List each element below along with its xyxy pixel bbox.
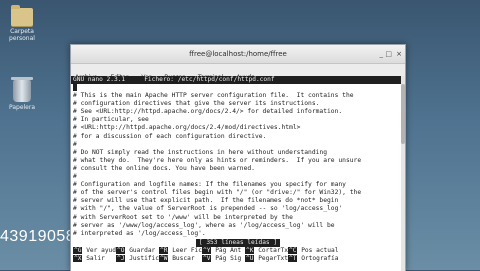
maximize-button[interactable]: □ <box>385 49 392 59</box>
shortcut-bar: ^G Ver ayuda^O Guardar ^R Leer Fich^Y Pág… <box>71 247 405 263</box>
shortcut-label: Ver ayuda <box>86 247 120 255</box>
shortcut-label: Ortografía <box>301 255 339 263</box>
shortcut-key: ^T <box>288 255 298 263</box>
shortcut-key: ^X <box>73 255 83 263</box>
shortcut-key: ^C <box>288 247 298 255</box>
folder-icon <box>11 5 33 26</box>
window-titlebar[interactable]: ffree@localhost:/home/ffree _ □ × <box>71 45 405 64</box>
nano-version: GNU nano 2.3.1 <box>73 76 126 83</box>
close-button[interactable]: × <box>396 49 402 59</box>
shortcut-label: PegarTxt <box>258 255 288 263</box>
editor-line: # what they do. They're here only as hin… <box>73 156 362 164</box>
shortcut-key: ^O <box>116 247 126 255</box>
shortcut-uncut-text[interactable]: ^U PegarTxt <box>245 255 288 263</box>
editor-line: # Configuration and logfile names: If th… <box>73 181 346 189</box>
shortcut-cut-text[interactable]: ^K CortarTxt <box>245 247 292 255</box>
nano-header: GNU nano 2.3.1 Fichero: /etc/httpd/conf/… <box>71 76 405 84</box>
editor-body[interactable]: # This is the main Apache HTTP server co… <box>71 84 405 238</box>
shortcut-label: Buscar <box>172 255 195 263</box>
shortcut-prev-page[interactable]: ^Y Pág Ant <box>202 247 242 255</box>
shortcut-key: ^R <box>159 247 169 255</box>
shortcut-label: Pos actual <box>301 247 339 255</box>
shortcut-label: Guardar <box>129 247 156 255</box>
editor-line: # consult the online docs. You have been… <box>73 164 255 172</box>
editor-line: # This is the main Apache HTTP server co… <box>73 92 354 100</box>
editor-line: # with "/", the value of ServerRoot is p… <box>73 205 343 213</box>
shortcut-help[interactable]: ^G Ver ayuda <box>73 247 120 255</box>
shortcut-label: Leer Fich <box>172 247 206 255</box>
desktop-icon-home-folder[interactable]: Carpeta personal <box>0 5 44 42</box>
editor-line: # <URL:http://httpd.apache.org/docs/2.4/… <box>73 124 301 132</box>
shortcut-label: Pág Sig <box>215 255 242 263</box>
terminal-window[interactable]: ffree@localhost:/home/ffree _ □ × Archiv… <box>70 44 406 271</box>
terminal-area[interactable]: GNU nano 2.3.1 Fichero: /etc/httpd/conf/… <box>71 76 405 271</box>
editor-line <box>73 84 405 92</box>
editor-line: # for a discussion of each configuration… <box>73 132 267 140</box>
text-cursor <box>73 84 77 91</box>
shortcut-label: Salir <box>86 255 105 263</box>
editor-line: # with ServerRoot set to '/www' will be … <box>73 213 293 221</box>
shortcut-spell[interactable]: ^T Ortografía <box>288 255 338 263</box>
shortcut-read-file[interactable]: ^R Leer Fich <box>159 247 206 255</box>
vertical-scrollbar[interactable] <box>401 76 405 271</box>
desktop-icon-label: Carpeta personal <box>9 28 35 42</box>
shortcut-key: ^J <box>116 255 126 263</box>
shortcut-label: Pág Ant <box>215 247 242 255</box>
editor-line: # In particular, see <box>73 116 149 124</box>
shortcut-save[interactable]: ^O Guardar <box>116 247 156 255</box>
editor-line: # interpreted as '/log/access_log'. <box>73 229 206 237</box>
editor-line: # server as '/www/log/access_log', where… <box>73 221 335 229</box>
status-row: [ 353 líneas leídas ] <box>71 238 405 248</box>
shortcut-key: ^G <box>73 247 83 255</box>
shortcut-where-is[interactable]: ^W Buscar <box>159 255 199 263</box>
shortcut-justify[interactable]: ^J Justificar <box>116 255 166 263</box>
scrollbar-thumb[interactable] <box>401 84 405 144</box>
shortcut-key: ^U <box>245 255 255 263</box>
shortcut-row: ^G Ver ayuda^O Guardar ^R Leer Fich^Y Pág… <box>73 247 405 255</box>
shortcut-key: ^Y <box>202 247 212 255</box>
shortcut-cur-pos[interactable]: ^C Pos actual <box>288 247 338 255</box>
shortcut-next-page[interactable]: ^V Pág Sig <box>202 255 242 263</box>
editor-line: # See <URL:http://httpd.apache.org/docs/… <box>73 108 343 116</box>
nano-file-label: Fichero: /etc/httpd/conf/httpd.conf <box>144 76 275 83</box>
desktop-icon-label: Papelera <box>8 104 36 111</box>
shortcut-key: ^K <box>245 247 255 255</box>
shortcut-label: CortarTxt <box>258 247 292 255</box>
editor-line: # Do NOT simply read the instructions in… <box>73 148 328 156</box>
trash-icon <box>11 77 33 102</box>
editor-line: # server will use that explicit path. If… <box>73 197 339 205</box>
editor-line: # <box>73 173 77 181</box>
shortcut-key: ^V <box>202 255 212 263</box>
editor-line: # configuration directives that give the… <box>73 100 320 108</box>
minimize-button[interactable]: _ <box>380 49 384 59</box>
desktop-icon-trash[interactable]: Papelera <box>0 77 44 111</box>
shortcut-row: ^X Salir ^J Justificar^W Buscar ^V Pág Sig… <box>73 255 405 263</box>
shortcut-exit[interactable]: ^X Salir <box>73 255 113 263</box>
status-message: [ 353 líneas leídas ] <box>195 238 281 247</box>
shortcut-key: ^W <box>159 255 169 263</box>
editor-line: # of the server's control files begin wi… <box>73 189 362 197</box>
editor-line: # <box>73 140 77 148</box>
window-title: ffree@localhost:/home/ffree <box>189 50 287 58</box>
